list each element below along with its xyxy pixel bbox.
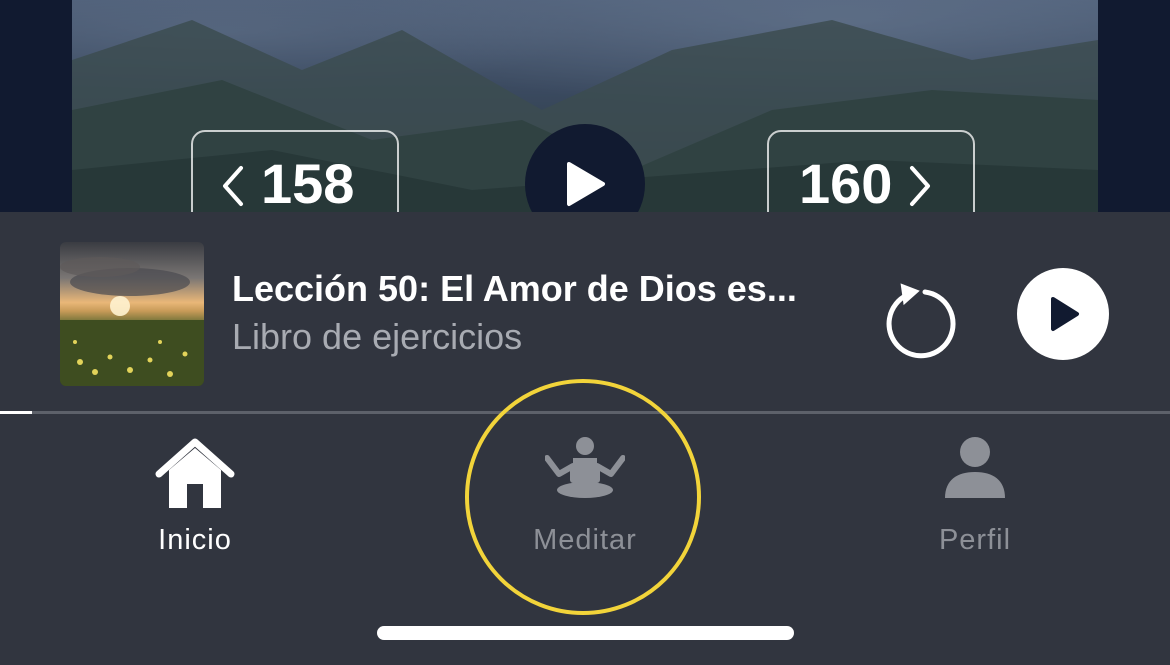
next-lesson-button[interactable]: 160 <box>767 130 975 212</box>
chevron-right-icon <box>910 166 931 206</box>
bottom-panel: Lección 50: El Amor de Dios es... Libro … <box>0 212 1170 665</box>
tab-meditar-label: Meditar <box>533 524 637 556</box>
chevron-left-icon <box>223 166 243 206</box>
tab-perfil-label: Perfil <box>938 524 1012 556</box>
meditation-icon <box>545 437 625 498</box>
mini-player[interactable]: Lección 50: El Amor de Dios es... Libro … <box>0 212 1170 412</box>
tab-meditar[interactable]: Meditar <box>390 414 780 574</box>
home-indicator <box>377 626 794 640</box>
play-icon <box>1051 297 1079 331</box>
tab-bar: Inicio Meditar Perfil <box>0 414 1170 574</box>
player-title: Lección 50: El Amor de Dios es... <box>232 268 797 309</box>
lesson-thumbnail <box>60 242 204 386</box>
person-icon <box>945 437 1005 498</box>
mini-player-play-button[interactable] <box>1017 268 1109 360</box>
play-icon <box>567 162 605 206</box>
tab-inicio-label: Inicio <box>158 524 232 556</box>
lesson-hero-card: 158 160 <box>72 0 1098 212</box>
previous-lesson-button[interactable]: 158 <box>191 130 399 212</box>
tab-perfil[interactable]: Perfil <box>780 414 1170 574</box>
tab-inicio[interactable]: Inicio <box>0 414 390 574</box>
replay-icon[interactable] <box>880 278 958 360</box>
home-icon <box>155 438 235 508</box>
player-subtitle: Libro de ejercicios <box>232 316 523 357</box>
previous-lesson-number: 158 <box>261 152 355 212</box>
next-lesson-number: 160 <box>799 152 893 212</box>
